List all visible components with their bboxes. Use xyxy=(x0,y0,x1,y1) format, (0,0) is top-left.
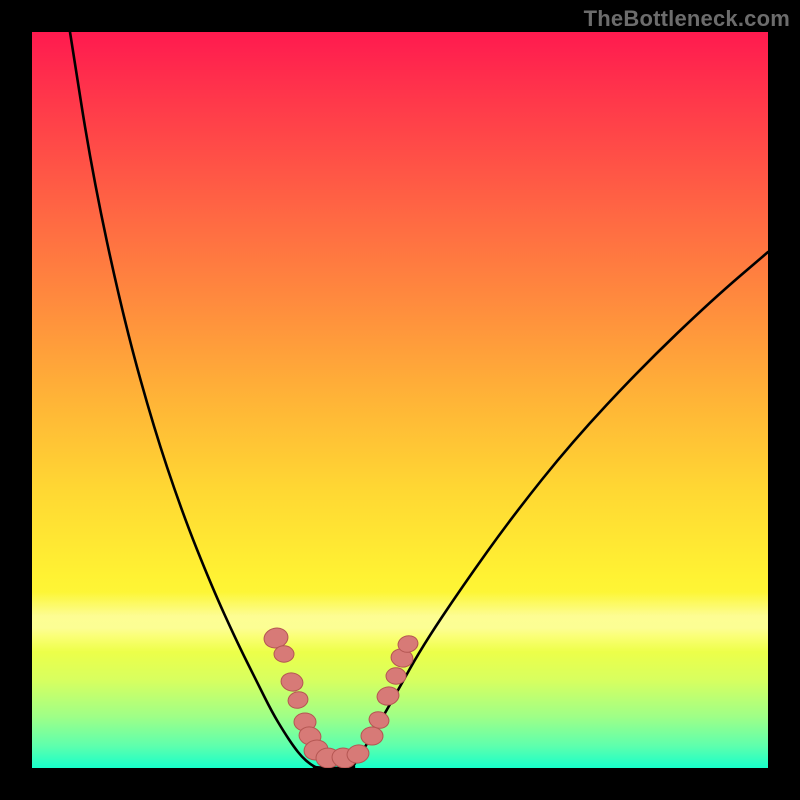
watermark-text: TheBottleneck.com xyxy=(584,6,790,32)
chart-frame: TheBottleneck.com xyxy=(0,0,800,800)
data-marker xyxy=(361,727,383,745)
markers-group xyxy=(262,626,419,768)
data-marker xyxy=(287,690,310,710)
chart-svg xyxy=(32,32,768,768)
data-marker xyxy=(375,685,400,707)
data-marker xyxy=(279,671,304,693)
data-marker xyxy=(386,668,406,684)
series-right-curve xyxy=(352,252,768,768)
right-curve-path xyxy=(352,252,768,768)
data-marker xyxy=(274,646,294,662)
